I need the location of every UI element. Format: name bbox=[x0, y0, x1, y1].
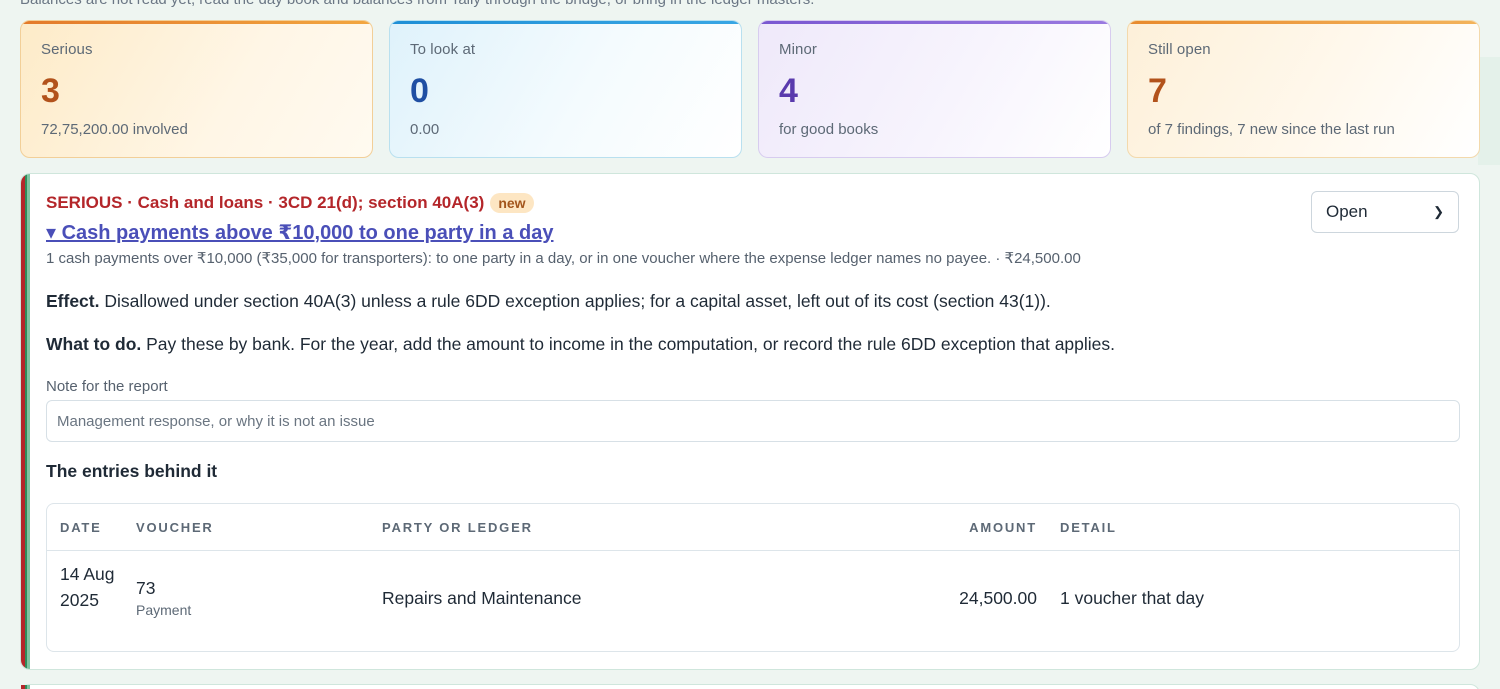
status-select[interactable]: Open ❯ bbox=[1311, 191, 1459, 233]
next-finding-card bbox=[20, 684, 1480, 689]
serious-card[interactable]: Serious 3 72,75,200.00 involved bbox=[20, 20, 373, 158]
finding-description: 1 cash payments over ₹10,000 (₹35,000 fo… bbox=[46, 250, 1081, 267]
severity-edge bbox=[21, 174, 30, 669]
header-detail: DETAIL bbox=[1060, 520, 1117, 535]
finding-title-toggle[interactable]: ▾ Cash payments above ₹10,000 to one par… bbox=[46, 220, 553, 245]
summary-cards: Serious 3 72,75,200.00 involved To look … bbox=[20, 20, 1480, 158]
minor-card[interactable]: Minor 4 for good books bbox=[758, 20, 1111, 158]
to-look-at-card[interactable]: To look at 0 0.00 bbox=[389, 20, 742, 158]
to-look-at-sub: 0.00 bbox=[410, 121, 440, 138]
note-label: Note for the report bbox=[46, 378, 168, 395]
to-look-at-count: 0 bbox=[410, 72, 429, 110]
effect-text: Effect. Disallowed under section 40A(3) … bbox=[46, 291, 1051, 312]
party-cell: Repairs and Maintenance bbox=[382, 588, 582, 608]
still-open-sub: of 7 findings, 7 new since the last run bbox=[1148, 121, 1395, 138]
todo-body: Pay these by bank. For the year, add the… bbox=[141, 334, 1116, 354]
still-open-label: Still open bbox=[1148, 41, 1211, 58]
voucher-cell: 73 Payment bbox=[136, 576, 191, 618]
header-amount: AMOUNT bbox=[969, 520, 1037, 535]
note-input[interactable] bbox=[46, 400, 1460, 442]
voucher-type: Payment bbox=[136, 602, 192, 618]
amount-cell: 24,500.00 bbox=[959, 588, 1037, 608]
serious-count: 3 bbox=[41, 72, 60, 110]
minor-sub: for good books bbox=[779, 121, 879, 138]
header-voucher: VOUCHER bbox=[136, 520, 214, 535]
status-value: Open bbox=[1326, 202, 1368, 221]
severity-edge bbox=[21, 685, 30, 689]
finding-card: SERIOUS · Cash and loans · 3CD 21(d); se… bbox=[20, 173, 1480, 670]
table-header: DATE VOUCHER PARTY OR LEDGER AMOUNT DETA… bbox=[47, 504, 1459, 551]
todo-text: What to do. Pay these by bank. For the y… bbox=[46, 334, 1115, 355]
detail-cell: 1 voucher that day bbox=[1060, 588, 1204, 608]
entries-table: DATE VOUCHER PARTY OR LEDGER AMOUNT DETA… bbox=[46, 503, 1460, 652]
serious-label: Serious bbox=[41, 41, 93, 58]
date-cell: 14 Aug 2025 bbox=[60, 564, 115, 610]
header-party: PARTY OR LEDGER bbox=[382, 520, 533, 535]
still-open-card[interactable]: Still open 7 of 7 findings, 7 new since … bbox=[1127, 20, 1480, 158]
chevron-down-icon: ❯ bbox=[1433, 204, 1444, 219]
entries-title: The entries behind it bbox=[46, 461, 218, 481]
still-open-count: 7 bbox=[1148, 72, 1167, 110]
to-look-at-label: To look at bbox=[410, 41, 476, 58]
top-note: Balances are not read yet, read the day … bbox=[20, 0, 814, 8]
table-row[interactable]: 14 Aug 2025 73 Payment Repairs and Maint… bbox=[47, 551, 1459, 651]
minor-label: Minor bbox=[779, 41, 818, 58]
todo-label: What to do. bbox=[46, 334, 142, 354]
effect-body: Disallowed under section 40A(3) unless a… bbox=[99, 291, 1051, 311]
minor-count: 4 bbox=[779, 72, 798, 110]
header-date: DATE bbox=[60, 520, 102, 535]
voucher-number: 73 bbox=[136, 578, 156, 598]
effect-label: Effect. bbox=[46, 291, 100, 311]
new-badge: new bbox=[490, 193, 534, 213]
serious-sub: 72,75,200.00 involved bbox=[41, 121, 188, 138]
finding-header: SERIOUS · Cash and loans · 3CD 21(d); se… bbox=[46, 193, 534, 213]
background-strip bbox=[1478, 57, 1500, 165]
severity-line: SERIOUS · Cash and loans · 3CD 21(d); se… bbox=[46, 193, 485, 212]
